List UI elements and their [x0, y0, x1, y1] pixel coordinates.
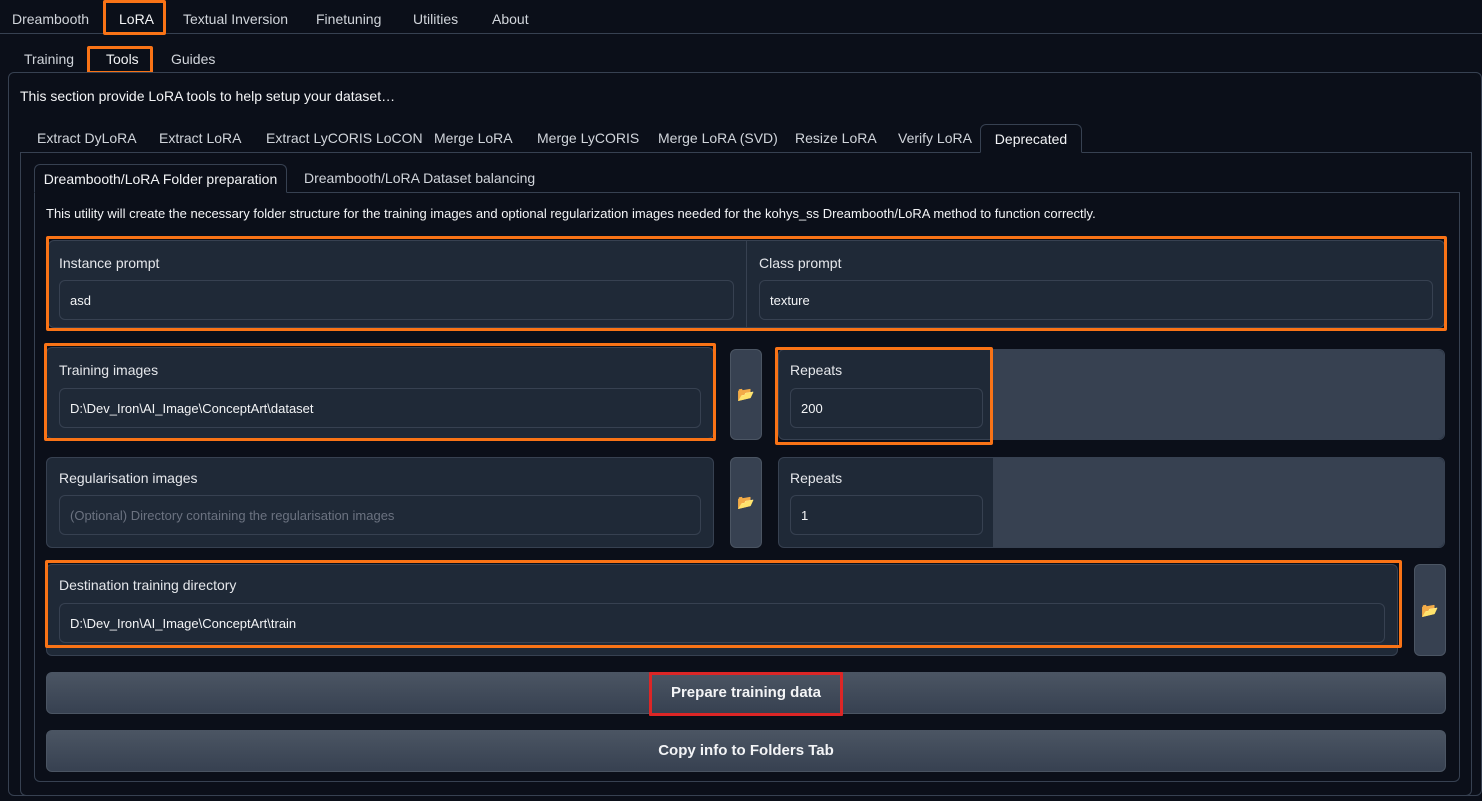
prompts-divider	[746, 241, 747, 327]
tab-tools[interactable]: Tools	[106, 44, 139, 74]
intro-text: This section provide LoRA tools to help …	[20, 88, 396, 104]
tab-utilities[interactable]: Utilities	[413, 0, 458, 34]
folder-icon: 📂	[1421, 601, 1439, 618]
tab-dataset-balancing[interactable]: Dreambooth/LoRA Dataset balancing	[304, 164, 535, 192]
regularisation-repeats-label: Repeats	[790, 470, 843, 486]
class-prompt-label: Class prompt	[759, 255, 842, 271]
instance-prompt-input[interactable]	[59, 280, 734, 320]
tab-merge-lycoris[interactable]: Merge LyCORIS	[537, 124, 639, 152]
destination-label: Destination training directory	[59, 577, 237, 593]
tab-finetuning[interactable]: Finetuning	[316, 0, 381, 34]
training-images-input[interactable]	[59, 388, 701, 428]
top-tab-bar: Dreambooth LoRA Textual Inversion Finetu…	[0, 0, 1482, 34]
training-images-label: Training images	[59, 362, 159, 378]
regularisation-repeats-input[interactable]	[790, 495, 983, 535]
tab-textual-inversion[interactable]: Textual Inversion	[183, 0, 288, 34]
tab-training[interactable]: Training	[24, 44, 74, 74]
regularisation-repeats-filler	[993, 458, 1444, 547]
folder-icon: 📂	[737, 494, 755, 510]
tab-merge-lora-svd[interactable]: Merge LoRA (SVD)	[658, 124, 778, 152]
regularisation-images-folder-button[interactable]: 📂	[730, 457, 762, 548]
instance-prompt-label: Instance prompt	[59, 255, 160, 271]
prepare-training-data-button[interactable]: Prepare training data	[46, 672, 1446, 714]
tab-verify-lora[interactable]: Verify LoRA	[898, 124, 972, 152]
destination-input[interactable]	[59, 603, 1385, 643]
training-repeats-label: Repeats	[790, 362, 843, 378]
folder-icon: 📂	[737, 386, 755, 402]
class-prompt-input[interactable]	[759, 280, 1433, 320]
tab-extract-dylora[interactable]: Extract DyLoRA	[37, 124, 137, 152]
tab-guides[interactable]: Guides	[171, 44, 215, 74]
tab-deprecated[interactable]: Deprecated	[980, 124, 1082, 153]
training-repeats-filler	[993, 350, 1444, 439]
tab-merge-lora[interactable]: Merge LoRA	[434, 124, 513, 152]
copy-info-button[interactable]: Copy info to Folders Tab	[46, 730, 1446, 772]
tab-folder-preparation[interactable]: Dreambooth/LoRA Folder preparation	[34, 164, 287, 193]
tab-resize-lora[interactable]: Resize LoRA	[795, 124, 877, 152]
tab-lora[interactable]: LoRA	[119, 0, 154, 34]
regularisation-images-label: Regularisation images	[59, 470, 198, 486]
training-repeats-input[interactable]	[790, 388, 983, 428]
regularisation-images-input[interactable]	[59, 495, 701, 535]
tab-extract-lycoris-locon[interactable]: Extract LyCORIS LoCON	[266, 124, 423, 152]
training-images-folder-button[interactable]: 📂	[730, 349, 762, 440]
tab-extract-lora[interactable]: Extract LoRA	[159, 124, 241, 152]
tab-dreambooth[interactable]: Dreambooth	[12, 0, 89, 34]
tab-about[interactable]: About	[492, 0, 529, 34]
utility-description: This utility will create the necessary f…	[46, 206, 1096, 221]
destination-folder-button[interactable]: 📂	[1414, 564, 1446, 656]
